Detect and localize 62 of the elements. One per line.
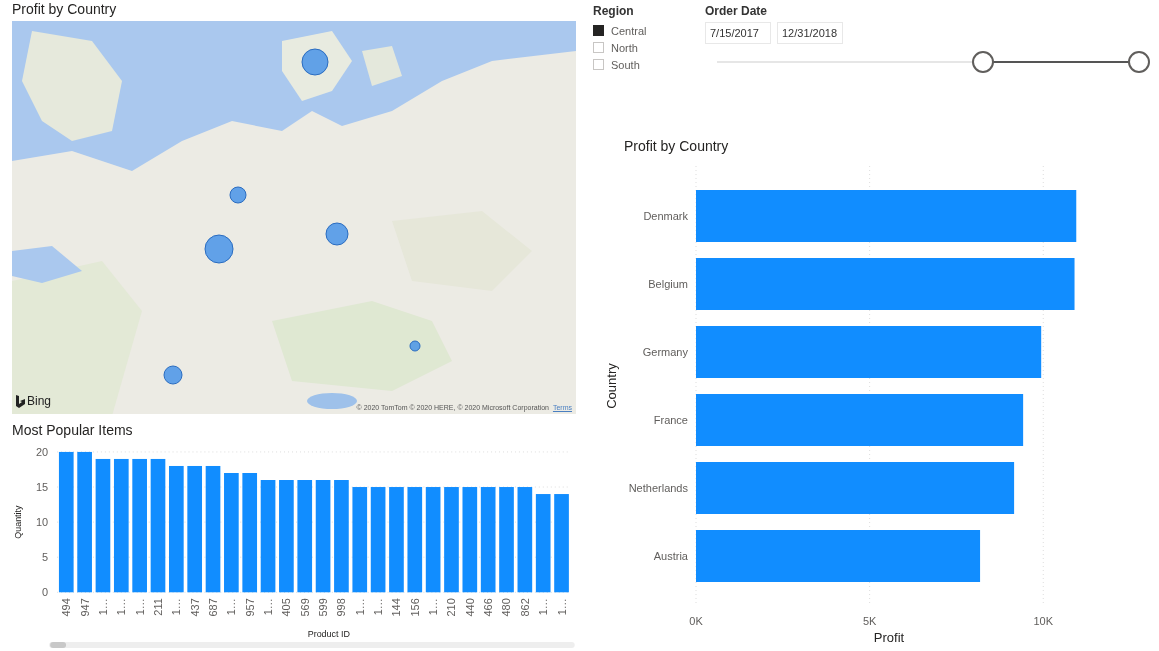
axis-tick-label: 10 [36,516,49,529]
chart-title: Profit by Country [12,0,118,19]
checkbox-label: North [611,41,638,54]
axis-tick-label: 5K [862,615,877,627]
axis-tick-label: 1… [133,598,146,616]
start-date-field[interactable]: 7/15/2017 [705,22,771,44]
axis-tick-label: 20 [36,445,49,458]
slicer-title: Order Date [705,4,769,18]
axis-title: Country [604,363,619,409]
axis-tick-label: 599 [317,598,330,617]
axis-tick-label: 144 [390,598,403,617]
axis-tick-label: 569 [298,598,311,617]
end-date-field[interactable]: 12/31/2018 [777,22,843,44]
axis-tick-label: 437 [188,598,201,617]
map-provider-label: Bing [27,394,52,409]
axis-tick-label: 5 [42,551,49,564]
slicer-title: Region [593,4,635,18]
axis-tick-label: Austria [653,550,688,562]
axis-tick-label: 687 [207,598,219,617]
axis-tick-label: 1… [225,598,238,616]
axis-tick-label: 1… [170,598,183,616]
axis-tick-label: 156 [408,598,421,617]
axis-tick-label: 405 [280,598,293,617]
axis-tick-label: 1… [537,598,550,616]
axis-tick-label: 440 [463,598,476,617]
chart-title: Most Popular Items [12,421,134,440]
axis-tick-label: 0K [689,615,703,627]
axis-tick-label: 1… [262,598,275,616]
axis-tick-label: 1… [372,598,385,616]
chart-title: Profit by Country [624,137,730,156]
axis-tick-label: 10K [1033,615,1054,627]
axis-tick-label: Germany [642,346,688,358]
slider-thumb[interactable] [1128,51,1150,73]
axis-tick-label: 862 [518,598,531,617]
axis-tick-label: Denmark [643,210,688,222]
scrollbar[interactable] [49,642,575,648]
axis-tick-label: 15 [36,481,49,493]
axis-title: Profit [873,630,905,645]
axis-tick-label: 957 [243,598,256,617]
axis-tick-label: 211 [151,598,164,616]
bing-logo-icon [16,394,25,408]
axis-tick-label: 947 [78,598,91,617]
axis-tick-label: 494 [60,598,73,617]
axis-tick-label: 480 [500,598,513,617]
axis-tick-label: Belgium [648,278,688,290]
axis-tick-label: 1… [353,598,366,616]
axis-tick-label: 998 [335,598,348,617]
slider-thumb[interactable] [971,51,994,73]
axis-tick-label: 1… [96,598,109,616]
axis-tick-label: 1… [555,598,568,616]
axis-tick-label: France [653,414,688,426]
axis-tick-label: Netherlands [628,482,688,494]
axis-tick-label: 0 [42,586,49,599]
axis-tick-label: 1… [115,598,128,616]
axis-tick-label: 466 [482,598,495,617]
checkbox[interactable] [593,25,604,36]
axis-tick-label: 210 [445,598,458,617]
axis-title: Quantity [13,505,24,539]
axis-tick-label: 1… [427,598,440,616]
checkbox-label: South [611,58,640,71]
axis-title: Product ID [307,629,350,640]
checkbox-label: Central [611,24,647,37]
